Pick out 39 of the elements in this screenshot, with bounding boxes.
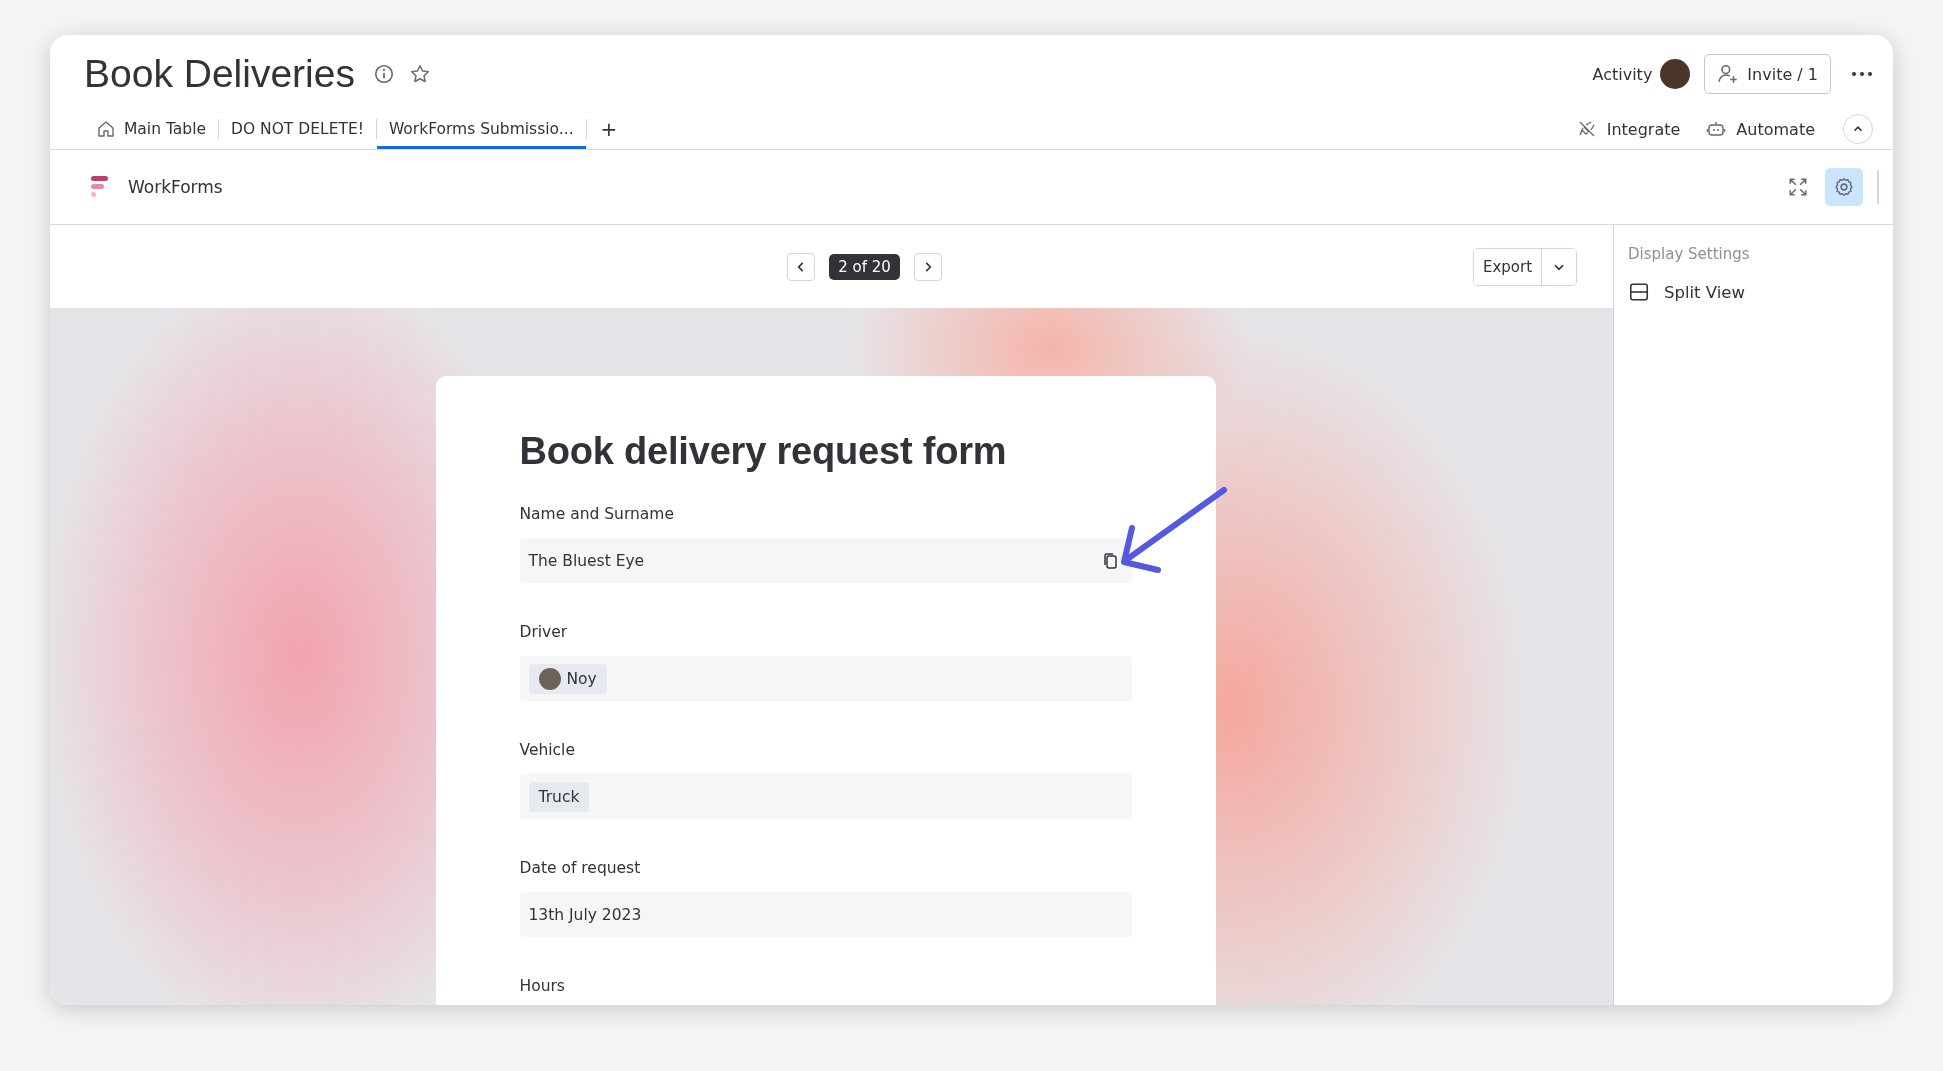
add-person-icon bbox=[1717, 63, 1740, 85]
person-chip: Noy bbox=[528, 663, 607, 694]
avatar bbox=[538, 667, 561, 690]
add-tab-button[interactable]: + bbox=[586, 109, 632, 149]
form-title: Book delivery request form bbox=[519, 430, 1008, 473]
star-icon[interactable] bbox=[408, 63, 431, 85]
tab[interactable]: Main Table bbox=[84, 109, 218, 149]
tag-chip: Truck bbox=[528, 781, 590, 812]
answer-field[interactable]: Noy bbox=[519, 656, 1132, 701]
home-icon bbox=[96, 119, 116, 139]
automate-button[interactable]: Automate bbox=[1706, 119, 1815, 139]
field-label: Vehicle bbox=[519, 741, 576, 759]
activity-link[interactable]: Activity bbox=[1592, 64, 1653, 84]
answer-field[interactable]: Truck bbox=[519, 774, 1132, 819]
split-view-option[interactable]: Split View bbox=[1628, 281, 1745, 303]
settings-icon bbox=[1833, 176, 1855, 198]
settings-button[interactable] bbox=[1825, 168, 1863, 206]
field-label: Driver bbox=[519, 623, 569, 641]
integrate-button[interactable]: Integrate bbox=[1576, 119, 1681, 139]
robot-icon bbox=[1706, 119, 1727, 139]
split-icon bbox=[1628, 281, 1650, 303]
export-button[interactable]: Export bbox=[1473, 248, 1542, 285]
answer-field[interactable]: The Bluest Eye bbox=[519, 538, 1132, 583]
invite-button[interactable]: Invite / 1 bbox=[1704, 54, 1831, 94]
answer-field[interactable]: 13th July 2023 bbox=[519, 892, 1132, 937]
field-label: Name and Surname bbox=[519, 505, 675, 523]
tab[interactable]: DO NOT DELETE! bbox=[219, 109, 376, 149]
more-icon[interactable] bbox=[1851, 71, 1873, 77]
info-icon[interactable] bbox=[372, 63, 395, 85]
avatar[interactable] bbox=[1660, 59, 1691, 89]
record-counter: 2 of 20 bbox=[829, 253, 900, 280]
panel-heading: Display Settings bbox=[1628, 245, 1751, 263]
fullscreen-icon[interactable] bbox=[1787, 176, 1809, 198]
app-name: WorkForms bbox=[128, 177, 223, 197]
workforms-logo-icon bbox=[90, 175, 110, 199]
board-title: Book Deliveries bbox=[84, 52, 355, 96]
field-label: Hours bbox=[519, 977, 566, 995]
tab[interactable]: WorkForms Submissio... bbox=[376, 109, 586, 149]
field-label: Date of request bbox=[519, 859, 642, 877]
